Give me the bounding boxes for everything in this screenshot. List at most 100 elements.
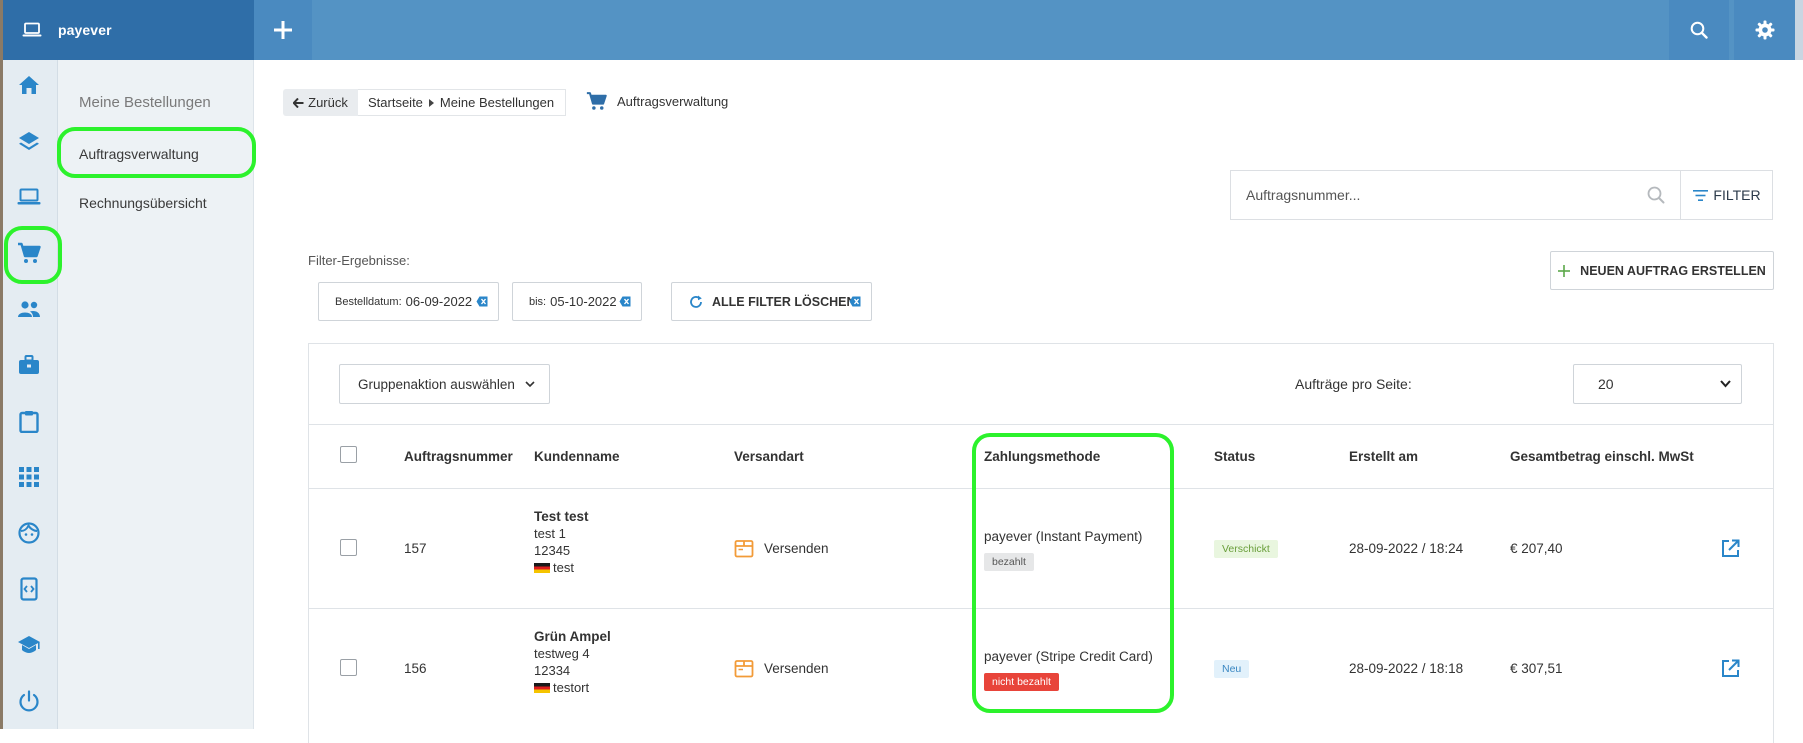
power-icon: [18, 690, 40, 712]
filter-label: FILTER: [1713, 187, 1761, 203]
customer-street: testweg 4: [534, 646, 590, 661]
column-header-payment[interactable]: Zahlungsmethode: [984, 449, 1100, 464]
rail-item-devices[interactable]: [0, 561, 58, 617]
per-page-label: Aufträge pro Seite:: [1295, 376, 1412, 392]
shipping-method: Versenden: [734, 538, 829, 558]
cart-icon: [17, 242, 41, 264]
customer-zip: 12345: [534, 543, 571, 558]
back-button[interactable]: Zurück: [283, 89, 358, 116]
column-header-total[interactable]: Gesamtbetrag einschl. MwSt: [1510, 449, 1694, 464]
package-icon: [734, 658, 754, 678]
order-number: 157: [404, 541, 427, 556]
plus-icon: [1558, 264, 1571, 277]
briefcase-icon: [18, 355, 40, 375]
per-page-select[interactable]: 20: [1573, 364, 1742, 404]
rail-item-profile[interactable]: [0, 505, 58, 561]
plus-icon: [274, 21, 292, 39]
refresh-icon: [689, 295, 703, 309]
filter-chip-date-to[interactable]: bis: 05-10-2022: [512, 282, 642, 321]
order-total: € 307,51: [1510, 661, 1563, 676]
order-number: 156: [404, 661, 427, 676]
people-icon: [17, 300, 41, 318]
page-title: Auftragsverwaltung: [617, 93, 729, 109]
clear-all-filters-button[interactable]: ALLE FILTER LÖSCHEN: [671, 282, 872, 321]
chevron-down-icon: [525, 380, 535, 388]
subnav-title: Meine Bestellungen: [79, 94, 211, 111]
home-icon: [18, 75, 40, 95]
app-name: payever: [58, 22, 112, 38]
laptop-icon: [17, 188, 41, 206]
rail-item-tasks[interactable]: [0, 393, 58, 449]
divider: [309, 608, 1773, 609]
breadcrumb-item-home[interactable]: Startseite: [368, 95, 423, 110]
subnav-item-rechnungsuebersicht[interactable]: Rechnungsübersicht: [79, 195, 207, 211]
chevron-down-icon: [1720, 380, 1731, 388]
column-header-status[interactable]: Status: [1214, 449, 1255, 464]
brand[interactable]: payever: [0, 0, 254, 60]
customer-street: test 1: [534, 526, 566, 541]
window-edge: [1795, 0, 1803, 60]
shipping-label: Versenden: [764, 540, 829, 556]
filter-button[interactable]: FILTER: [1680, 171, 1773, 219]
row-checkbox[interactable]: [340, 659, 357, 676]
orders-table: Gruppenaktion auswählen Aufträge pro Sei…: [308, 343, 1774, 743]
column-header-created[interactable]: Erstellt am: [1349, 449, 1418, 464]
customer-city: test: [553, 560, 574, 575]
rail-item-apps[interactable]: [0, 449, 58, 505]
page-header: Auftragsverwaltung: [586, 91, 728, 111]
global-search-button[interactable]: [1669, 0, 1729, 60]
cart-icon: [586, 91, 607, 111]
rail-item-home[interactable]: [0, 57, 58, 113]
breadcrumb-item-orders[interactable]: Meine Bestellungen: [440, 95, 554, 110]
chip-key: Bestelldatum:: [335, 295, 402, 308]
customer-zip: 12334: [534, 663, 571, 678]
back-label: Zurück: [308, 95, 348, 110]
row-checkbox[interactable]: [340, 539, 357, 556]
open-external-icon[interactable]: [1721, 659, 1740, 678]
order-number-search-input[interactable]: [1231, 171, 1681, 219]
remove-chip-icon[interactable]: [619, 296, 631, 307]
column-header-shipping[interactable]: Versandart: [734, 449, 804, 464]
group-action-select[interactable]: Gruppenaktion auswählen: [339, 364, 550, 404]
filter-chip-date-from[interactable]: Bestelldatum: 06-09-2022: [318, 282, 499, 321]
customer-name: Grün Ampel: [534, 629, 611, 644]
rail-item-layers[interactable]: [0, 113, 58, 169]
window-edge: [0, 0, 3, 729]
apps-grid-icon: [19, 467, 39, 487]
filter-results-label: Filter-Ergebnisse:: [308, 253, 410, 268]
add-button[interactable]: [254, 0, 312, 60]
new-order-button[interactable]: NEUEN AUFTRAG ERSTELLEN: [1550, 251, 1774, 290]
chip-value: 05-10-2022: [550, 294, 617, 309]
rail-item-business[interactable]: [0, 337, 58, 393]
chip-value: 06-09-2022: [405, 294, 473, 309]
graduation-cap-icon: [17, 635, 41, 655]
customer-city: testort: [553, 680, 590, 695]
chip-key: bis:: [529, 295, 547, 308]
top-bar: payever: [0, 0, 1803, 60]
created-at: 28-09-2022 / 18:18: [1349, 661, 1464, 676]
order-total: € 207,40: [1510, 541, 1563, 556]
rail-item-pos[interactable]: [0, 169, 58, 225]
column-header-order-number[interactable]: Auftragsnummer: [404, 449, 513, 464]
rail-item-logout[interactable]: [0, 673, 58, 729]
remove-chip-icon[interactable]: [849, 296, 861, 307]
search-icon: [1690, 21, 1708, 39]
status-badge: Neu: [1214, 660, 1250, 678]
remove-chip-icon[interactable]: [476, 296, 488, 307]
subnav-item-auftragsverwaltung[interactable]: Auftragsverwaltung: [79, 146, 199, 162]
clipboard-icon: [19, 410, 39, 433]
created-at: 28-09-2022 / 18:24: [1349, 541, 1464, 556]
settings-button[interactable]: [1734, 0, 1795, 60]
status-badge: Verschickt: [1214, 540, 1278, 558]
column-header-customer[interactable]: Kundenname: [534, 449, 620, 464]
select-all-checkbox[interactable]: [340, 446, 357, 463]
divider: [309, 488, 1773, 489]
rail-item-contacts[interactable]: [0, 281, 58, 337]
rail-item-checkout[interactable]: [0, 225, 58, 281]
payment-status-badge: bezahlt: [984, 553, 1034, 571]
per-page-value: 20: [1598, 376, 1614, 392]
open-external-icon[interactable]: [1721, 539, 1740, 558]
face-icon: [18, 522, 40, 544]
layers-icon: [18, 130, 40, 152]
rail-item-academy[interactable]: [0, 617, 58, 673]
